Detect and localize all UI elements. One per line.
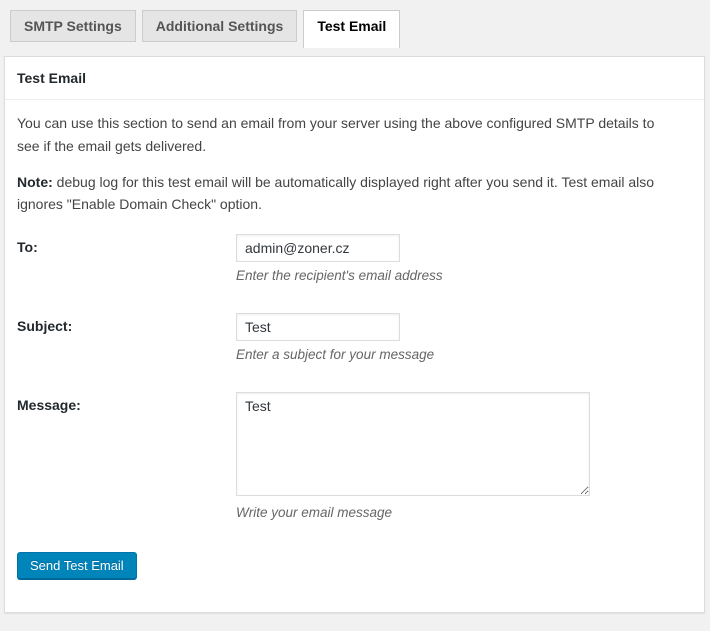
to-row: To: Enter the recipient's email address [17, 234, 692, 283]
subject-help-text: Enter a subject for your message [236, 347, 692, 362]
message-row: Message: Test Write your email message [17, 392, 692, 520]
send-test-email-button[interactable]: Send Test Email [17, 552, 137, 580]
test-email-panel: Test Email You can use this section to s… [4, 56, 705, 613]
to-input[interactable] [236, 234, 400, 262]
to-help-text: Enter the recipient's email address [236, 268, 692, 283]
to-label: To: [17, 234, 236, 283]
subject-row: Subject: Enter a subject for your messag… [17, 313, 692, 362]
note-label: Note: [17, 174, 53, 190]
settings-page: SMTP Settings Additional Settings Test E… [0, 0, 710, 613]
intro-text: You can use this section to send an emai… [17, 112, 677, 157]
note-body: debug log for this test email will be au… [17, 174, 654, 212]
subject-label: Subject: [17, 313, 236, 362]
panel-title: Test Email [5, 57, 704, 100]
message-help-text: Write your email message [236, 505, 692, 520]
tab-additional-settings[interactable]: Additional Settings [142, 10, 298, 42]
note-text: Note: debug log for this test email will… [17, 171, 677, 216]
tab-bar: SMTP Settings Additional Settings Test E… [4, 10, 705, 48]
submit-row: Send Test Email [17, 552, 692, 580]
panel-body: You can use this section to send an emai… [5, 100, 704, 606]
subject-input[interactable] [236, 313, 400, 341]
message-label: Message: [17, 392, 236, 520]
tab-smtp-settings[interactable]: SMTP Settings [10, 10, 136, 42]
message-textarea[interactable]: Test [236, 392, 590, 496]
tab-test-email[interactable]: Test Email [303, 10, 400, 48]
